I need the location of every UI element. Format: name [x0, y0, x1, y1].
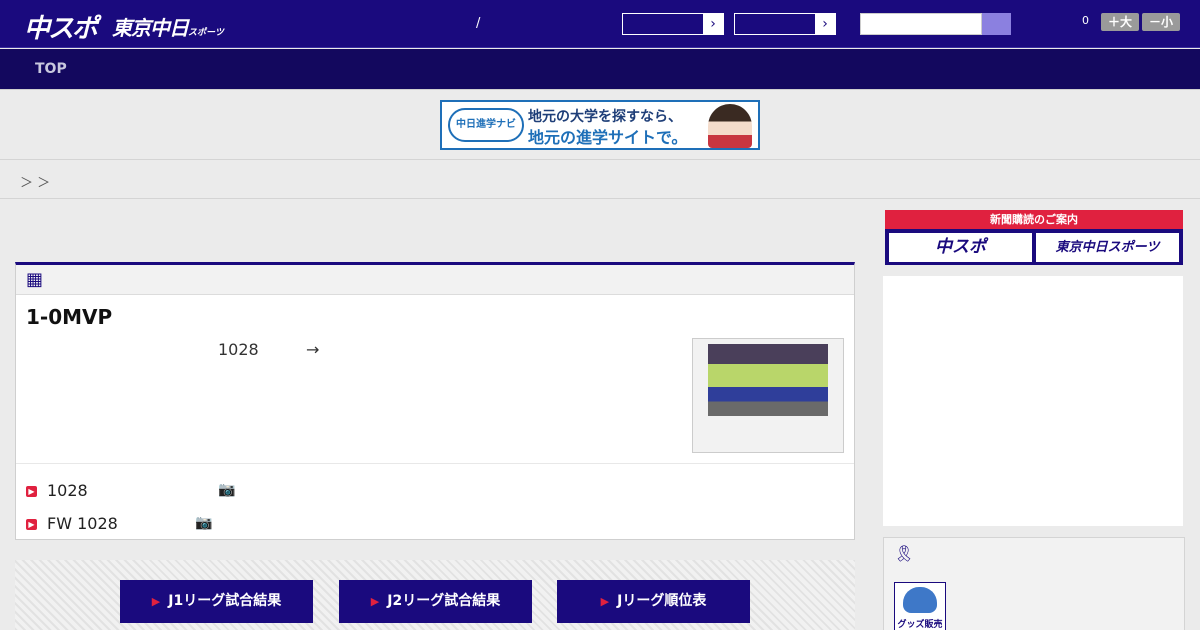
banner-person-image [708, 104, 752, 148]
banner-line2: 地元の進学サイトで。 [528, 128, 688, 147]
arrow-right-icon: → [306, 340, 320, 359]
related-article-text: 1028 [47, 481, 88, 500]
ribbon-icon: 🎗 [894, 544, 915, 563]
article-card-header: ▦ [16, 265, 854, 295]
site-header: 中スポ 東京中日スポーツ / › › 0 ＋大 －小 [0, 0, 1200, 48]
chuspo-logo[interactable]: 中スポ [24, 8, 98, 45]
goods-banner[interactable]: グッズ販売中 [894, 582, 946, 630]
ad-banner[interactable]: 中日進学ナビ 地元の大学を探すなら、 地元の進学サイトで。 [440, 100, 760, 150]
goods-box: 🎗 グッズ販売中 [883, 537, 1185, 630]
subscribe-tokyo-button[interactable]: 東京中日スポーツ [1036, 233, 1179, 262]
article-thumbnail[interactable] [692, 338, 844, 453]
subcategory-select[interactable]: › [734, 13, 836, 35]
divider [16, 463, 854, 464]
header-separator: / [476, 16, 481, 31]
jleague-standings-button[interactable]: ▶ Jリーグ順位表 [557, 580, 750, 623]
newspaper-icon: ▦ [26, 269, 44, 290]
tokyo-chunichi-logo-sub: スポーツ [188, 28, 224, 38]
subscription-title: 新聞購読のご案内 [885, 210, 1183, 229]
subscription-box: 新聞購読のご案内 中スポ 東京中日スポーツ [885, 210, 1183, 265]
banner-line1: 地元の大学を探すなら、 [528, 109, 682, 125]
subscribe-chuspo-button[interactable]: 中スポ [889, 233, 1032, 262]
font-size-count: 0 [1082, 14, 1089, 27]
camera-icon: 📷 [218, 482, 236, 498]
related-article-text: FW 1028 [47, 514, 118, 533]
goods-label: グッズ販売中 [897, 620, 943, 630]
breadcrumb-area: ＞ ＞ [0, 161, 1200, 199]
triangle-right-icon: ▶ [370, 595, 380, 608]
triangle-right-icon: ▶ [151, 595, 161, 608]
article-title[interactable]: 1-0MVP [26, 305, 112, 329]
j2-results-button[interactable]: ▶ J2リーグ試合結果 [339, 580, 532, 623]
soccer-photo [708, 344, 828, 416]
related-article-link[interactable]: ▶ FW 1028 [26, 514, 118, 533]
article-date: 1028 [218, 340, 259, 359]
sidebar-ad[interactable] [883, 276, 1183, 526]
chevron-right-icon: › [815, 14, 835, 34]
banner-area: 中日進学ナビ 地元の大学を探すなら、 地元の進学サイトで。 [0, 90, 1200, 160]
font-larger-button[interactable]: ＋大 [1101, 13, 1139, 31]
font-smaller-button[interactable]: －小 [1142, 13, 1180, 31]
j2-results-label: J2リーグ試合結果 [387, 593, 501, 609]
related-article-link[interactable]: ▶ 1028 [26, 481, 88, 500]
tokyo-chunichi-logo[interactable]: 東京中日スポーツ [112, 12, 224, 41]
play-bullet-icon: ▶ [26, 519, 37, 530]
mascot-image [903, 587, 937, 613]
global-nav: TOP [0, 49, 1200, 90]
jleague-buttons: ▶ J1リーグ試合結果 ▶ J2リーグ試合結果 ▶ Jリーグ順位表 [15, 560, 855, 630]
j1-results-label: J1リーグ試合結果 [168, 593, 282, 609]
play-bullet-icon: ▶ [26, 486, 37, 497]
jleague-standings-label: Jリーグ順位表 [617, 593, 707, 609]
nav-item-top[interactable]: TOP [35, 61, 67, 77]
banner-badge: 中日進学ナビ [448, 108, 524, 142]
article-card: ▦ 1-0MVP 1028 → ▶ 1028 📷 ▶ FW 1028 📷 [15, 262, 855, 540]
breadcrumb[interactable]: ＞ ＞ [20, 172, 50, 191]
j1-results-button[interactable]: ▶ J1リーグ試合結果 [120, 580, 313, 623]
category-select[interactable]: › [622, 13, 724, 35]
camera-icon: 📷 [195, 515, 213, 531]
triangle-right-icon: ▶ [600, 595, 610, 608]
search-button[interactable] [982, 13, 1011, 35]
tokyo-chunichi-logo-text: 東京中日 [112, 16, 189, 40]
search-input[interactable] [860, 13, 982, 35]
chevron-right-icon: › [703, 14, 723, 34]
